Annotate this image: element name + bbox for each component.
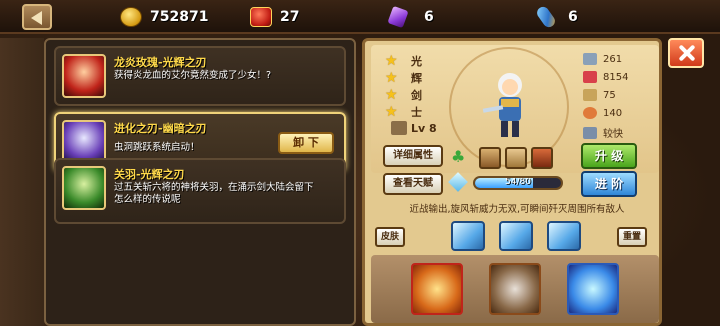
rank-row: ★ 剑 — [385, 87, 422, 103]
advance-button[interactable]: 进 阶 — [581, 171, 637, 197]
stat-hp: 8154 — [583, 71, 628, 83]
view-talent-button[interactable]: 查看天赋 — [383, 173, 443, 195]
rank-char: 剑 — [411, 89, 422, 102]
detail-attributes-button[interactable]: 详细属性 — [383, 145, 443, 167]
stat-value: 75 — [603, 89, 616, 101]
skin-item-guan-yu[interactable]: 关羽-光辉之刃 过五关斩六将的神将关羽，在涌示剑大陆会留下怎么样的传说呢 — [54, 158, 346, 224]
weapon-crossed-blades-icon[interactable] — [489, 263, 541, 315]
stat-attack: 261 — [583, 53, 622, 65]
skin-desc: 过五关斩六将的神将关羽，在涌示剑大陆会留下怎么样的传说呢 — [114, 182, 314, 205]
stat-defense: 75 — [583, 89, 616, 101]
gold-value: 752871 — [150, 9, 209, 25]
progress-bar: 54/80 — [473, 176, 563, 190]
top-bar: 752871 27 6 6 — [0, 0, 720, 34]
rank-row: ★ 辉 — [385, 70, 422, 86]
reset-button[interactable]: 重置 — [617, 227, 647, 247]
close-button[interactable] — [668, 38, 704, 68]
hero-sprite — [482, 73, 522, 137]
star-icon: ★ — [385, 53, 398, 69]
stat-crit: 140 — [583, 107, 622, 119]
skin-portrait — [62, 166, 106, 210]
medal-counter: 27 — [250, 6, 299, 28]
skin-list-panel: 龙炎玫瑰-光辉之刃 获得炎龙血的艾尔竟然变成了少女！? 进化之刃-幽暗之刃 虫洞… — [44, 38, 356, 326]
key-value: 6 — [568, 9, 578, 25]
stat-value: 261 — [603, 53, 623, 65]
key-icon — [534, 4, 558, 30]
stat-value: 8154 — [603, 71, 629, 83]
speed-icon — [583, 126, 597, 139]
weapons-box — [371, 255, 659, 323]
weapon-orb-icon[interactable] — [567, 263, 619, 315]
rank-row: ★ 光 — [385, 53, 422, 69]
skill-tornado-icon[interactable] — [547, 221, 581, 251]
gem-value: 6 — [424, 9, 434, 25]
skin-desc: 获得炎龙血的艾尔竟然变成了少女！? — [114, 70, 272, 81]
upgrade-button[interactable]: 升 级 — [581, 143, 637, 169]
skin-title: 龙炎玫瑰-光辉之刃 — [114, 56, 207, 69]
skill-slash-icon[interactable] — [451, 221, 485, 251]
purple-gem-icon — [387, 5, 409, 29]
crystal-icon — [448, 172, 468, 192]
stat-value: 较快 — [603, 129, 623, 140]
hero-stats-box: ★ 光 ★ 辉 ★ 剑 ★ 士 Lv 8 261 8154 75 140 较快 … — [371, 45, 659, 173]
skill-description: 近战输出,旋风斩威力无双,可瞬间歼灭周围所有敌人 — [409, 204, 625, 215]
clover-icon: ♣ — [451, 147, 466, 166]
skin-item-dragon-rose[interactable]: 龙炎玫瑰-光辉之刃 获得炎龙血的艾尔竟然变成了少女！? — [54, 46, 346, 106]
rank-char: 光 — [411, 55, 422, 68]
side-tab-strip — [0, 38, 44, 326]
progress-text: 54/80 — [505, 177, 531, 187]
gem-counter: 6 — [387, 5, 434, 29]
rank-char: 辉 — [411, 72, 422, 85]
key-counter: 6 — [534, 4, 578, 30]
skin-title: 关羽-光辉之刃 — [114, 168, 185, 181]
rank-row: ★ 士 — [385, 104, 422, 120]
medal-icon — [250, 7, 272, 27]
medal-value: 27 — [280, 9, 300, 25]
level-box: Lv 8 — [391, 121, 437, 135]
heart-icon — [583, 71, 597, 83]
equip-slot-book[interactable] — [479, 147, 501, 169]
level-star-icon — [391, 121, 407, 135]
gold-counter: 752871 — [120, 6, 208, 28]
skin-button[interactable]: 皮肤 — [375, 227, 405, 247]
equip-slot-crossed-swords[interactable] — [531, 147, 553, 169]
equip-slot-scroll[interactable] — [505, 147, 527, 169]
shield-icon — [583, 89, 597, 101]
weapon-sword-icon[interactable] — [411, 263, 463, 315]
star-icon: ★ — [385, 87, 398, 103]
skill-wing-icon[interactable] — [499, 221, 533, 251]
stat-speed: 较快 — [583, 125, 623, 140]
unequip-button[interactable]: 卸 下 — [278, 132, 334, 154]
skin-title: 进化之刃-幽暗之刃 — [114, 122, 207, 135]
back-button[interactable] — [22, 4, 52, 30]
skin-portrait — [62, 54, 106, 98]
gold-coin-icon — [120, 7, 142, 27]
star-icon: ★ — [385, 70, 398, 86]
rank-char: 士 — [411, 106, 422, 119]
star-icon: ★ — [385, 104, 398, 120]
sword-icon — [583, 53, 597, 65]
hero-panel: ★ 光 ★ 辉 ★ 剑 ★ 士 Lv 8 261 8154 75 140 较快 … — [362, 38, 662, 326]
stat-value: 140 — [603, 107, 623, 119]
level-text: Lv 8 — [411, 121, 437, 135]
target-icon — [583, 107, 597, 119]
